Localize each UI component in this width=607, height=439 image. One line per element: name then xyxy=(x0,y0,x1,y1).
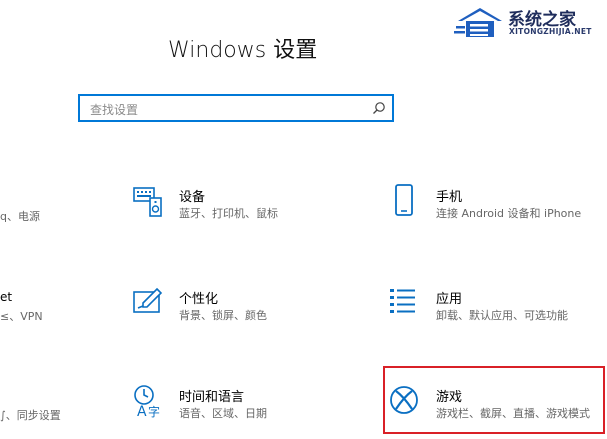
settings-item-name: 应用 xyxy=(436,292,463,307)
search-input[interactable]: 查找设置 xyxy=(78,94,394,122)
settings-item-name: 设备 xyxy=(179,190,206,205)
settings-item-desc: 卸载、默认应用、可选功能 xyxy=(436,309,568,322)
svg-text:A: A xyxy=(137,404,147,418)
personalization-icon xyxy=(133,287,163,313)
search-icon[interactable] xyxy=(372,101,386,115)
search-placeholder: 查找设置 xyxy=(90,103,139,117)
svg-text:字: 字 xyxy=(148,404,160,418)
settings-item-desc: 语音、区域、日期 xyxy=(179,407,267,420)
page-title: Windows 设置 xyxy=(168,38,318,63)
watermark-url: XITONGZHIJIA.NET xyxy=(509,27,592,36)
settings-item-name: 个性化 xyxy=(179,292,219,307)
house-logo-icon xyxy=(454,8,502,37)
left-item-name-fragment: et xyxy=(0,290,13,304)
watermark-logo: 系统之家 XITONGZHIJIA.NET xyxy=(452,2,607,42)
settings-item-desc: 蓝牙、打印机、鼠标 xyxy=(179,207,278,220)
left-item-desc-fragment: ≤、VPN xyxy=(0,310,43,323)
devices-icon xyxy=(133,187,162,217)
settings-item-name: 手机 xyxy=(436,190,463,205)
time-language-icon: A 字 xyxy=(134,385,160,418)
settings-item-desc: 背景、锁屏、颜色 xyxy=(179,309,267,322)
settings-item-name: 时间和语言 xyxy=(179,390,245,405)
left-item-desc-fragment: q、电源 xyxy=(0,210,40,223)
settings-item-desc: 连接 Android 设备和 iPhone xyxy=(436,207,582,220)
left-item-desc-fragment: ∫、同步设置 xyxy=(0,409,61,422)
phone-icon xyxy=(395,184,413,216)
highlight-box xyxy=(383,366,605,434)
apps-icon xyxy=(390,289,415,313)
